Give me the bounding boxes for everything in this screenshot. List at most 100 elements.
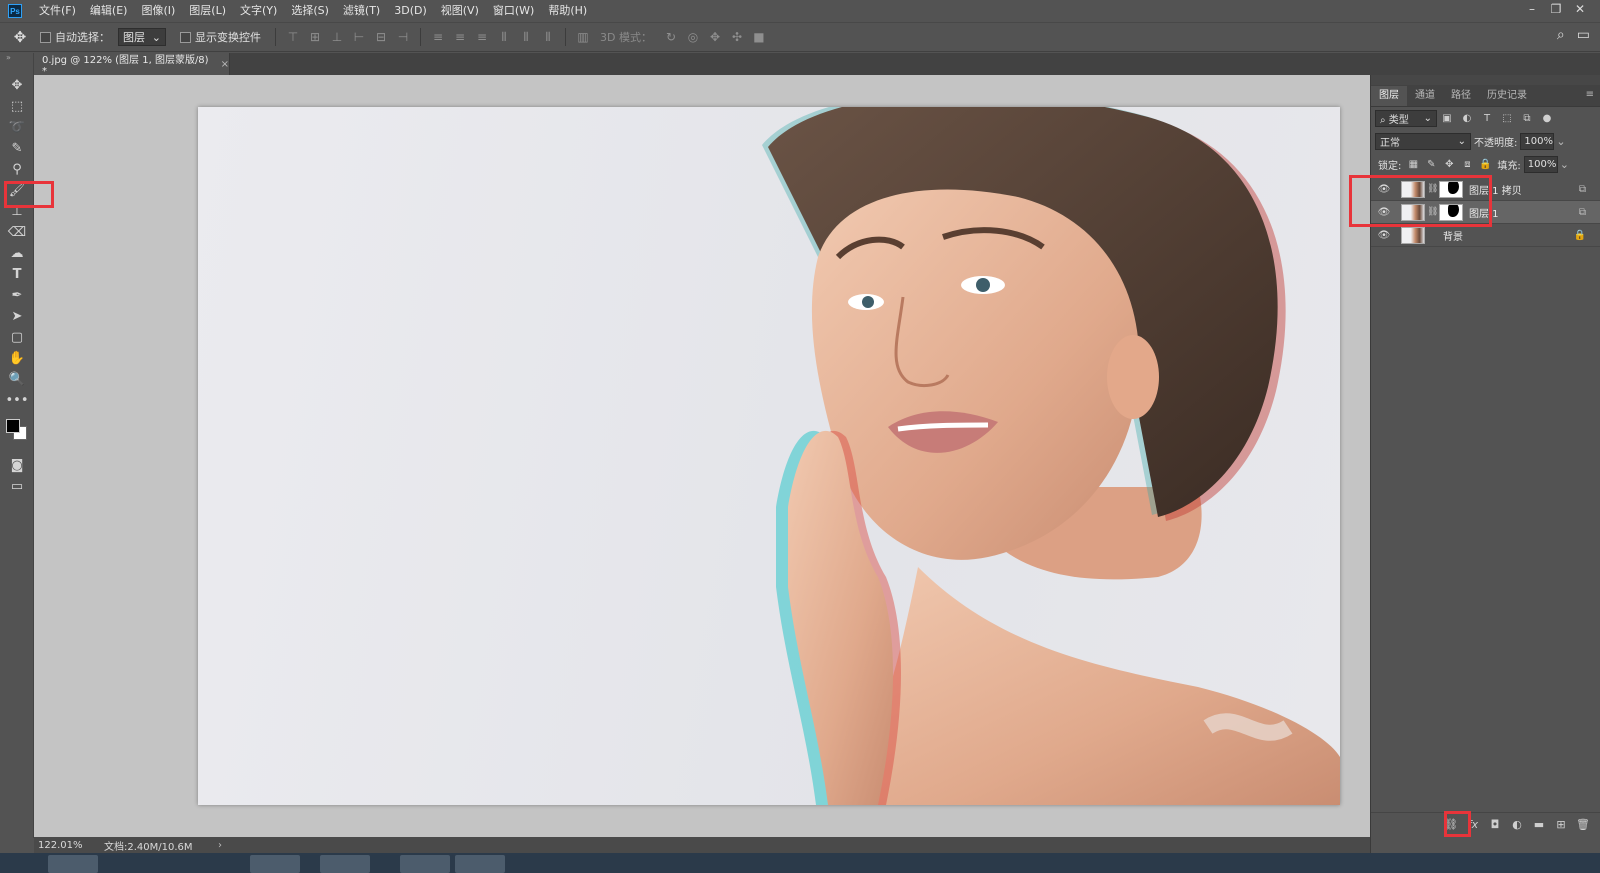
restore-icon[interactable]: ❐ (1544, 0, 1568, 20)
chevron-down-icon[interactable]: ⌄ (1556, 135, 1565, 148)
canvas-area[interactable] (34, 75, 1370, 837)
tab-paths[interactable]: 路径 (1443, 86, 1479, 106)
auto-select-box[interactable] (40, 31, 51, 43)
lock-transparent-icon[interactable]: ▦ (1404, 159, 1422, 170)
layer-row[interactable]: 👁 背景 🔒 (1371, 224, 1600, 247)
zoom-level[interactable]: 122.01% (34, 840, 104, 851)
foreground-color-swatch[interactable] (6, 419, 20, 433)
align-left-icon[interactable]: ⊢ (348, 27, 370, 47)
visibility-eye-icon[interactable]: 👁 (1371, 230, 1397, 241)
close-tab-icon[interactable]: × (221, 59, 229, 70)
type-tool-icon[interactable]: T (0, 264, 34, 285)
eraser-tool-icon[interactable]: ⌫ (0, 222, 34, 243)
menu-select[interactable]: 选择(S) (284, 0, 336, 22)
slide-3d-icon[interactable]: ✣ (726, 27, 748, 47)
new-group-icon[interactable]: ▬ (1532, 818, 1546, 831)
menu-file[interactable]: 文件(F) (32, 0, 83, 22)
zoom-tool-icon[interactable]: 🔍 (0, 369, 34, 390)
taskbar-app-button[interactable] (48, 855, 98, 873)
screen-mode-icon[interactable]: ▭ (0, 476, 34, 497)
menu-image[interactable]: 图像(I) (134, 0, 182, 22)
quick-select-tool-icon[interactable]: ✎ (0, 138, 34, 159)
align-hcenter-icon[interactable]: ⊟ (370, 27, 392, 47)
lock-all-icon[interactable]: 🔒 (1476, 159, 1494, 170)
new-layer-icon[interactable]: ⊞ (1554, 818, 1568, 831)
document-canvas[interactable] (198, 107, 1340, 805)
tab-layers[interactable]: 图层 (1371, 86, 1407, 106)
roll-3d-icon[interactable]: ◎ (682, 27, 704, 47)
quick-mask-icon[interactable]: ◙ (0, 455, 34, 476)
drag-3d-icon[interactable]: ✥ (704, 27, 726, 47)
menu-3d[interactable]: 3D(D) (387, 0, 434, 22)
panel-menu-icon[interactable]: ≡ (1586, 89, 1594, 100)
status-menu-arrow[interactable]: › (218, 840, 222, 851)
filter-smart-object-icon[interactable]: ⧉ (1517, 113, 1537, 124)
show-transform-checkbox[interactable]: 显示变换控件 (180, 29, 261, 45)
menu-filter[interactable]: 滤镜(T) (336, 0, 387, 22)
align-bottom-icon[interactable]: ⊥ (326, 27, 348, 47)
workspace-icon[interactable]: ▭ (1577, 27, 1590, 43)
auto-select-checkbox[interactable]: 自动选择： (40, 29, 110, 45)
search-icon[interactable]: ⌕ (1557, 27, 1565, 43)
opacity-input[interactable]: 100% (1520, 133, 1555, 150)
pen-tool-icon[interactable]: ✒ (0, 285, 34, 306)
hand-tool-icon[interactable]: ✋ (0, 348, 34, 369)
lock-image-icon[interactable]: ✎ (1422, 159, 1440, 170)
fill-input[interactable]: 100% (1523, 156, 1558, 173)
lock-artboard-icon[interactable]: ⧈ (1458, 159, 1476, 170)
chevron-down-icon[interactable]: ⌄ (1560, 158, 1569, 171)
menu-help[interactable]: 帮助(H) (541, 0, 594, 22)
minimize-icon[interactable]: – (1520, 0, 1544, 20)
rotate-3d-icon[interactable]: ↻ (660, 27, 682, 47)
taskbar-app-button[interactable] (320, 855, 370, 873)
distribute-vcenter-icon[interactable]: ≡ (449, 27, 471, 47)
lock-position-icon[interactable]: ✥ (1440, 159, 1458, 170)
layer-filter-dropdown[interactable]: ⌕ 类型 ⌄ (1375, 110, 1437, 127)
distribute-top-icon[interactable]: ≡ (427, 27, 449, 47)
tab-channels[interactable]: 通道 (1407, 86, 1443, 106)
layer-thumbnail[interactable] (1401, 226, 1425, 244)
adjustment-layer-icon[interactable]: ◐ (1510, 818, 1524, 831)
menu-layer[interactable]: 图层(L) (182, 0, 233, 22)
move-tool-icon[interactable]: ✥ (0, 75, 34, 96)
add-mask-icon[interactable]: ◘ (1488, 818, 1502, 831)
document-tab[interactable]: 0.jpg @ 122% (图层 1, 图层蒙版/8) * × (34, 53, 230, 77)
marquee-tool-icon[interactable]: ⬚ (0, 96, 34, 117)
panel-grip[interactable]: » (0, 53, 33, 67)
menu-window[interactable]: 窗口(W) (486, 0, 541, 22)
layer-name[interactable]: 背景 (1443, 228, 1463, 243)
shape-tool-icon[interactable]: ▢ (0, 327, 34, 348)
menu-type[interactable]: 文字(Y) (233, 0, 284, 22)
auto-align-icon[interactable]: ▥ (572, 27, 594, 47)
taskbar-app-button[interactable] (455, 855, 505, 873)
filter-toggle-icon[interactable]: ● (1537, 113, 1557, 124)
scale-3d-icon[interactable]: ■ (748, 27, 770, 47)
auto-select-dropdown[interactable]: 图层 ⌄ (118, 28, 166, 46)
filter-adjustment-icon[interactable]: ◐ (1457, 113, 1477, 124)
blend-mode-dropdown[interactable]: 正常 ⌄ (1375, 133, 1471, 150)
taskbar-app-button[interactable] (250, 855, 300, 873)
align-right-icon[interactable]: ⊣ (392, 27, 414, 47)
distribute-bottom-icon[interactable]: ≡ (471, 27, 493, 47)
move-tool-preset-icon[interactable]: ✥ (0, 23, 40, 51)
show-transform-box[interactable] (180, 31, 191, 43)
delete-layer-icon[interactable]: 🗑 (1576, 818, 1590, 831)
distribute-left-icon[interactable]: ⦀ (493, 27, 515, 47)
align-top-icon[interactable]: ⊤ (282, 27, 304, 47)
menu-edit[interactable]: 编辑(E) (83, 0, 135, 22)
blur-tool-icon[interactable]: ☁ (0, 243, 34, 264)
lasso-tool-icon[interactable]: ➰ (0, 117, 34, 138)
filter-pixel-icon[interactable]: ▣ (1437, 113, 1457, 124)
close-window-icon[interactable]: ✕ (1568, 0, 1592, 20)
distribute-hcenter-icon[interactable]: ⦀ (515, 27, 537, 47)
filter-shape-icon[interactable]: ⬚ (1497, 113, 1517, 124)
filter-type-icon[interactable]: T (1477, 113, 1497, 124)
tab-history[interactable]: 历史记录 (1479, 86, 1535, 106)
eyedropper-tool-icon[interactable]: ⚲ (0, 159, 34, 180)
menu-view[interactable]: 视图(V) (434, 0, 486, 22)
align-vcenter-icon[interactable]: ⊞ (304, 27, 326, 47)
taskbar-app-button[interactable] (400, 855, 450, 873)
path-select-tool-icon[interactable]: ➤ (0, 306, 34, 327)
distribute-right-icon[interactable]: ⦀ (537, 27, 559, 47)
more-tools-icon[interactable]: ••• (0, 390, 34, 411)
